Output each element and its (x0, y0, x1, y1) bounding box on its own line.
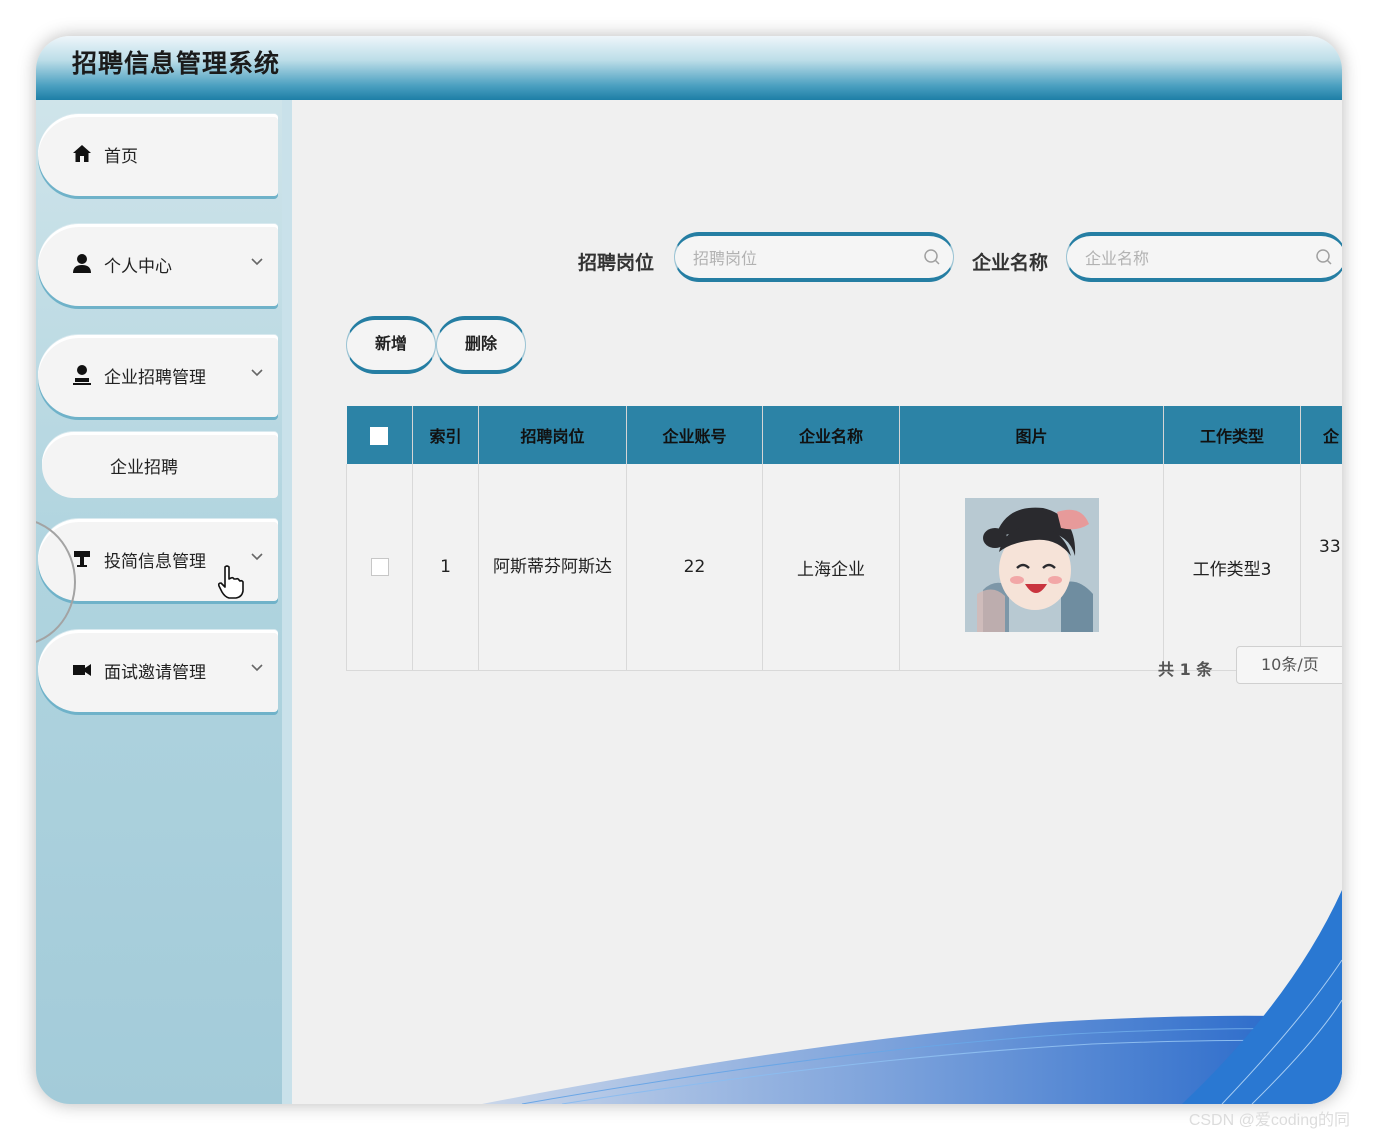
row-checkbox-cell (346, 464, 413, 671)
home-icon (73, 145, 91, 162)
chevron-down-icon (251, 369, 263, 377)
search-company-box (1066, 232, 1342, 282)
sidebar-item-label: 面试邀请管理 (104, 663, 206, 683)
chevron-down-icon (251, 258, 263, 266)
cell-company: 上海企业 (762, 464, 900, 671)
sidebar-item-label: 企业招聘管理 (104, 368, 206, 388)
sidebar-subitem-company-recruitment[interactable]: 企业招聘 (42, 432, 278, 498)
chevron-down-icon (251, 664, 263, 672)
search-company-label: 企业名称 (972, 252, 1049, 274)
search-position-input[interactable] (691, 242, 915, 274)
sidebar-item-label: 个人中心 (104, 257, 172, 277)
column-header-company: 企业名称 (762, 406, 900, 464)
table-header-row: 索引 招聘岗位 企业账号 企业名称 图片 工作类型 企 (346, 406, 1342, 464)
user-icon (73, 365, 91, 385)
user-icon (73, 254, 91, 273)
video-camera-icon (73, 664, 91, 676)
search-position-label: 招聘岗位 (578, 252, 655, 274)
delete-button[interactable]: 删除 (436, 316, 526, 374)
select-all-checkbox-cell (346, 406, 413, 464)
search-icon[interactable] (1315, 248, 1333, 266)
sidebar-item-interviews[interactable]: 面试邀请管理 (38, 630, 278, 712)
watermark: CSDN @爱coding的同 (1188, 1112, 1350, 1129)
sidebar-item-profile[interactable]: 个人中心 (38, 224, 278, 306)
add-button[interactable]: 新增 (346, 316, 436, 374)
sidebar-item-label: 首页 (104, 147, 138, 167)
cell-image (899, 464, 1164, 671)
sidebar-subitem-label: 企业招聘 (110, 458, 178, 478)
recruitment-table: 索引 招聘岗位 企业账号 企业名称 图片 工作类型 企 1 阿斯蒂芬阿斯达 22… (346, 406, 1342, 671)
sidebar-item-label: 投简信息管理 (104, 552, 206, 572)
app-title: 招聘信息管理系统 (72, 49, 281, 78)
cell-truncated: 33 (1300, 464, 1342, 671)
podium-icon (74, 551, 90, 567)
hand-cursor-icon (217, 565, 244, 599)
column-header-job-type: 工作类型 (1163, 406, 1301, 464)
table-row[interactable]: 1 阿斯蒂芬阿斯达 22 上海企业 工作类型3 33 (346, 464, 1342, 671)
main-content: 招聘岗位 企业名称 新增 删除 (292, 100, 1342, 1104)
column-header-account: 企业账号 (626, 406, 763, 464)
column-header-image: 图片 (899, 406, 1164, 464)
top-header: 招聘信息管理系统 (36, 36, 1342, 100)
search-company-input[interactable] (1083, 242, 1307, 274)
sidebar-edge (282, 100, 292, 1104)
column-header-position: 招聘岗位 (478, 406, 627, 464)
sidebar-item-recruitment[interactable]: 企业招聘管理 (38, 335, 278, 417)
search-position-box (674, 232, 954, 282)
avatar-thumbnail (964, 497, 1099, 632)
cell-position: 阿斯蒂芬阿斯达 (478, 464, 627, 671)
column-header-index: 索引 (412, 406, 479, 464)
row-checkbox[interactable] (370, 558, 389, 576)
sidebar-item-home[interactable]: 首页 (38, 114, 278, 196)
app-window: 招聘信息管理系统 首页 个人中心 企业招聘管理 企业招聘 投简信息管理 面试邀请… (36, 36, 1342, 1104)
cell-index: 1 (412, 464, 479, 671)
chevron-down-icon (251, 553, 263, 561)
search-icon[interactable] (923, 248, 941, 266)
select-all-checkbox[interactable] (370, 426, 389, 445)
column-header-truncated: 企 (1300, 406, 1342, 464)
cell-account: 22 (626, 464, 763, 671)
page-size-select[interactable]: 10条/页 (1236, 646, 1342, 684)
cell-job-type: 工作类型3 (1163, 464, 1301, 671)
pagination-total: 共 1 条 (1158, 660, 1213, 679)
